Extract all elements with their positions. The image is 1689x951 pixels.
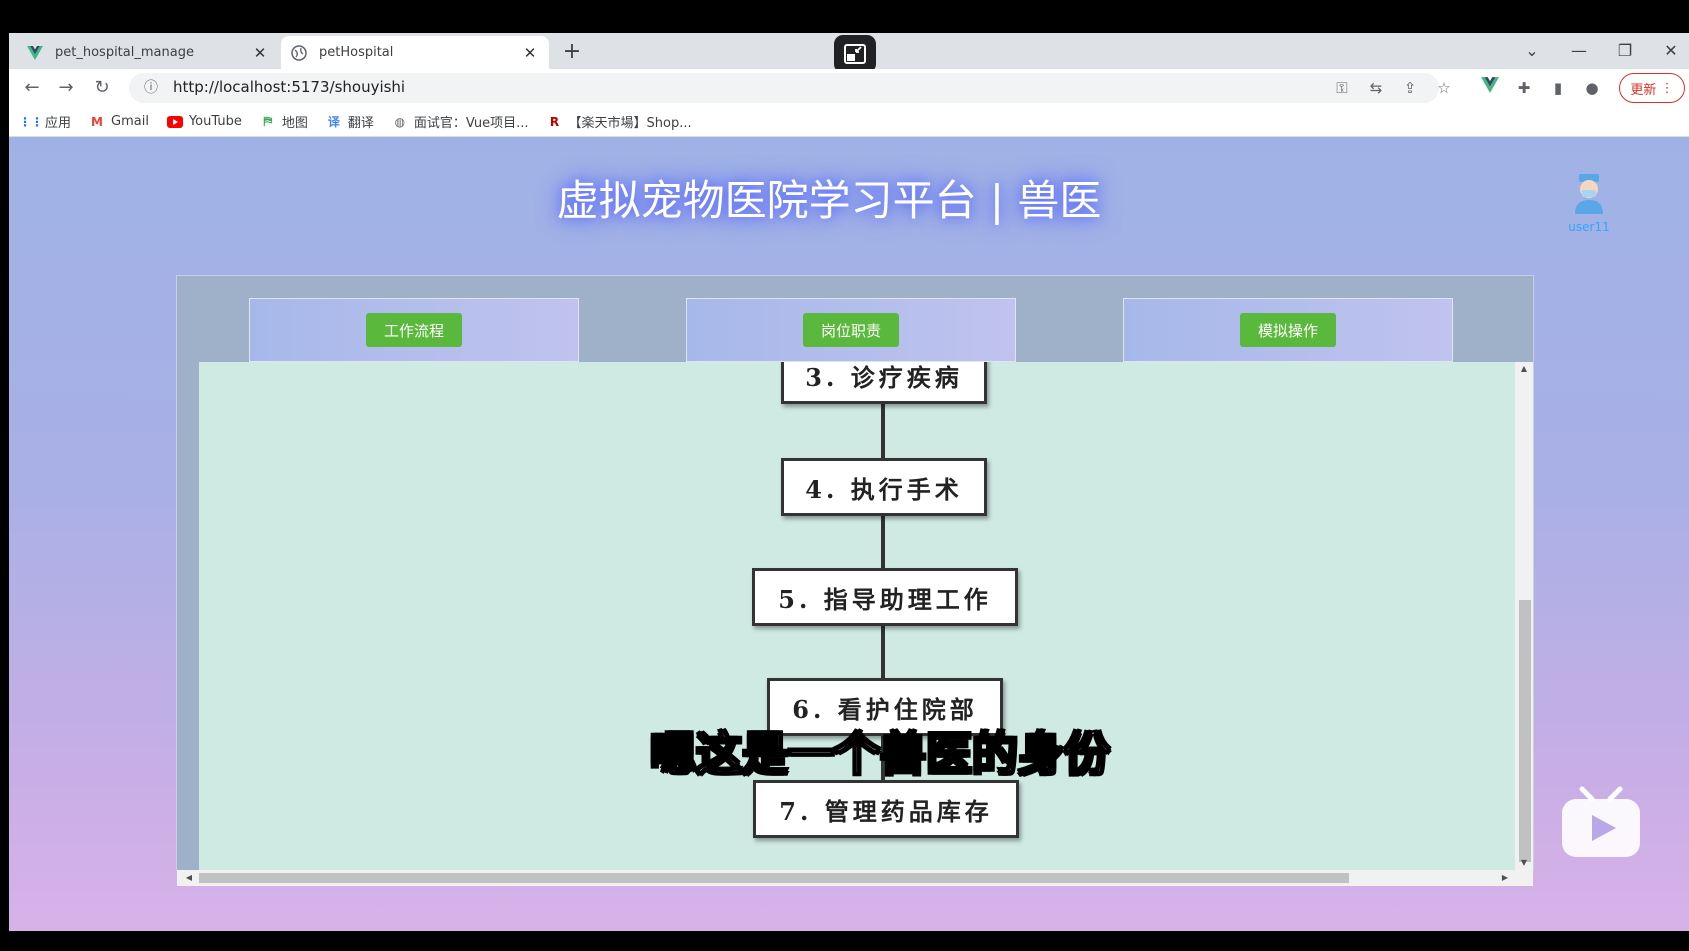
tab-close-icon[interactable]: ✕	[521, 44, 539, 62]
nav-card-duties: 岗位职责	[686, 298, 1016, 362]
vue-devtools-icon[interactable]	[1479, 77, 1501, 99]
simulation-button[interactable]: 模拟操作	[1240, 313, 1336, 347]
scroll-left-icon[interactable]: ◀	[181, 870, 197, 886]
bookmark-label: 翻译	[347, 116, 374, 131]
bookmark-label: YouTube	[188, 114, 242, 129]
update-button[interactable]: 更新 ⋮	[1619, 73, 1685, 103]
tab-pet-hospital-manage[interactable]: pet_hospital_manage ✕	[17, 36, 279, 69]
minimize-window-icon	[844, 44, 866, 64]
share-icon[interactable]: ⇪	[1399, 77, 1421, 99]
bookmark-apps[interactable]: ⋮⋮ 应用	[19, 112, 72, 132]
browser-toolbar: ← → ↻ ⓘ http://localhost:5173/shouyishi …	[9, 69, 1689, 107]
scroll-right-icon[interactable]: ▶	[1497, 870, 1513, 886]
bookmark-label: 地图	[281, 116, 308, 131]
bookmark-label: 【楽天市場】Shop...	[568, 116, 692, 131]
tab-title: petHospital	[319, 45, 394, 60]
flow-connector	[881, 622, 885, 680]
bookmark-label: 应用	[45, 116, 72, 131]
bookmark-star-icon[interactable]: ☆	[1433, 77, 1455, 99]
flow-step: 4. 执行手术	[781, 458, 987, 516]
translate-icon: 译	[327, 115, 340, 129]
maps-icon: ⛿	[263, 114, 273, 128]
vertical-scrollbar[interactable]: ▲ ▼	[1515, 362, 1533, 870]
workflow-content: 3. 诊疗疾病 4. 执行手术 5. 指导助理工作 6. 看护住院部 7. 管理…	[177, 362, 1533, 870]
flow-connector	[881, 512, 885, 570]
horizontal-scrollbar[interactable]: ◀ ▶	[177, 870, 1533, 886]
flow-step: 3. 诊疗疾病	[781, 362, 987, 404]
page-title: 虚拟宠物医院学习平台 | 兽医	[556, 176, 1102, 225]
flow-connector	[881, 402, 885, 460]
video-frame: pet_hospital_manage ✕ petHospital ✕ + ⌄ …	[0, 0, 1689, 951]
url-text: http://localhost:5173/shouyishi	[173, 78, 406, 96]
side-panel-icon[interactable]: ▮	[1547, 77, 1569, 99]
apps-grid-icon: ⋮⋮	[19, 114, 43, 129]
bookmark-translate[interactable]: 译翻译	[326, 112, 374, 131]
page-content: 虚拟宠物医院学习平台 | 兽医 user11 工作流程 岗位职责 模拟操作 3.…	[9, 137, 1689, 931]
bookmark-maps[interactable]: ⛿ 地图	[260, 112, 308, 131]
exit-fullscreen-button[interactable]	[834, 35, 876, 73]
site-info-icon[interactable]: ⓘ	[141, 78, 161, 98]
profile-icon[interactable]: ●	[1581, 77, 1603, 99]
translate-page-icon[interactable]: ⇆	[1365, 77, 1387, 99]
key-icon[interactable]: ⚿	[1331, 77, 1353, 99]
youtube-icon	[166, 114, 183, 130]
tab-search-icon[interactable]: ⌄	[1514, 39, 1550, 63]
nav-card-simulation: 模拟操作	[1123, 298, 1453, 362]
bookmark-rakuten[interactable]: R 【楽天市場】Shop...	[547, 112, 692, 132]
bilibili-tv-icon	[1562, 786, 1640, 857]
user-menu[interactable]: user11	[1554, 172, 1624, 234]
username: user11	[1568, 220, 1610, 234]
globe-icon: ◍	[394, 114, 406, 129]
doctor-avatar-icon	[1575, 174, 1603, 214]
vue-icon	[27, 45, 43, 61]
tab-close-icon[interactable]: ✕	[251, 44, 269, 62]
restore-icon[interactable]: ❐	[1607, 39, 1643, 63]
video-subtitle: 嗯这是一个兽医的身份	[649, 726, 1111, 782]
globe-icon	[291, 44, 307, 61]
tab-title: pet_hospital_manage	[55, 45, 194, 60]
flow-step: 5. 指导助理工作	[752, 568, 1018, 626]
duties-button[interactable]: 岗位职责	[803, 313, 899, 347]
workflow-button[interactable]: 工作流程	[366, 313, 462, 347]
gmail-icon: M	[91, 114, 103, 129]
new-tab-button[interactable]: +	[559, 39, 585, 65]
extensions-icon[interactable]: ✚	[1513, 77, 1535, 99]
content-left-border	[177, 362, 199, 870]
update-label: 更新	[1630, 82, 1657, 98]
reload-button[interactable]: ↻	[89, 76, 115, 100]
browser-window: pet_hospital_manage ✕ petHospital ✕ + ⌄ …	[9, 33, 1689, 931]
bookmark-label: Gmail	[111, 114, 149, 129]
scroll-down-icon[interactable]: ▼	[1515, 856, 1533, 870]
forward-button[interactable]: →	[53, 76, 79, 100]
minimize-icon[interactable]: —	[1561, 39, 1597, 63]
rakuten-icon: R	[549, 114, 560, 129]
scrollbar-thumb[interactable]	[199, 873, 1349, 883]
nav-card-workflow: 工作流程	[249, 298, 579, 362]
back-button[interactable]: ←	[19, 76, 45, 100]
tab-bar: pet_hospital_manage ✕ petHospital ✕ + ⌄ …	[9, 33, 1689, 73]
bookmark-gmail[interactable]: M Gmail	[89, 114, 149, 130]
close-window-icon[interactable]: ✕	[1653, 39, 1689, 63]
bookmark-label: 面试官：Vue项目...	[413, 116, 529, 131]
bookmark-interview[interactable]: ◍ 面试官：Vue项目...	[392, 112, 529, 132]
bookmarks-bar: ⋮⋮ 应用 M Gmail YouTube ⛿ 地图 译翻译 ◍ 面试官：Vue项目..…	[9, 107, 1689, 137]
flow-step: 7. 管理药品库存	[753, 780, 1019, 838]
bookmark-youtube[interactable]: YouTube	[166, 114, 242, 130]
scroll-up-icon[interactable]: ▲	[1515, 362, 1533, 376]
tab-pethospital[interactable]: petHospital ✕	[281, 36, 549, 69]
address-bar[interactable]: ⓘ http://localhost:5173/shouyishi	[129, 73, 1439, 103]
